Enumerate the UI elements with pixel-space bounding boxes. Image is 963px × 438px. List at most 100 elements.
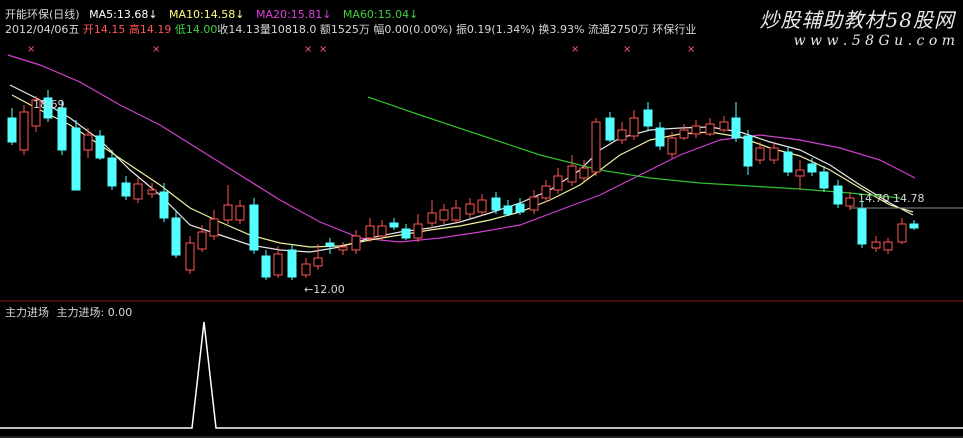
- quote-amplitude: 振0.19(1.34%): [455, 23, 535, 36]
- candle-body: [159, 191, 169, 219]
- candlestick: [567, 155, 577, 186]
- candle-body: [325, 242, 335, 247]
- signal-marker: ×: [319, 44, 327, 55]
- candle-body: [591, 121, 601, 173]
- candle-body: [691, 125, 701, 135]
- ma5-line: [9, 84, 914, 253]
- candle-body: [719, 121, 729, 131]
- candlestick: [719, 116, 729, 132]
- candle-body: [107, 157, 117, 187]
- candlestick: [185, 236, 195, 274]
- candlestick: [413, 214, 423, 242]
- candlestick-series: [7, 90, 919, 280]
- down-arrow-icon: ↓: [409, 8, 419, 21]
- candle-body: [287, 249, 297, 278]
- candlestick: [401, 224, 411, 240]
- candlestick: [235, 200, 245, 224]
- quote-high: 高14.19: [128, 23, 172, 36]
- candlestick: [515, 198, 525, 215]
- candlestick: [83, 128, 93, 158]
- candle-body: [567, 165, 577, 183]
- low-price-label: ←12.00: [304, 283, 345, 296]
- candlestick: [273, 246, 283, 278]
- watermark-text: 炒股辅助教材58股网: [759, 8, 955, 32]
- candlestick: [491, 192, 501, 214]
- candle-body: [19, 111, 29, 151]
- candlestick: [365, 218, 375, 242]
- quote-change: 幅0.00(0.00%): [373, 23, 453, 36]
- candle-body: [897, 223, 907, 243]
- candlestick: [833, 180, 843, 208]
- candlestick: [313, 244, 323, 270]
- candlestick: [389, 218, 399, 230]
- ma20-line: [7, 54, 916, 243]
- candlestick: [897, 218, 907, 244]
- candle-body: [95, 135, 105, 159]
- candlestick: [439, 204, 449, 224]
- signal-marker: ×: [623, 44, 631, 55]
- quote-low: 低14.00: [174, 23, 218, 36]
- stock-title: 开能环保(日线): [5, 8, 80, 21]
- candlestick: [871, 236, 881, 252]
- quote-volume: 量10818.0: [259, 23, 317, 36]
- candle-body: [451, 207, 461, 221]
- high-price-label: 18.69: [33, 98, 65, 111]
- candlestick: [197, 225, 207, 252]
- candlestick: [95, 130, 105, 160]
- signal-marker: ×: [304, 44, 312, 55]
- candle-body: [643, 109, 653, 127]
- candle-body: [833, 185, 843, 205]
- candlestick: [909, 220, 919, 230]
- candle-body: [7, 117, 17, 143]
- candle-body: [389, 222, 399, 228]
- down-arrow-icon: ↓: [235, 8, 245, 21]
- candle-body: [705, 123, 715, 135]
- candle-body: [197, 231, 207, 250]
- last-price-label: 14.70 14.78: [858, 192, 925, 205]
- candle-body: [857, 207, 867, 245]
- candlestick: [857, 202, 867, 248]
- candle-body: [301, 263, 311, 276]
- candle-body: [57, 107, 67, 151]
- candlestick: [743, 130, 753, 175]
- candle-body: [83, 134, 93, 151]
- candlestick: [465, 198, 475, 218]
- down-arrow-icon: ↓: [148, 8, 158, 21]
- candle-body: [491, 197, 501, 211]
- indicator-formula: 主力进场: 0.00: [56, 306, 133, 319]
- candlestick: [325, 238, 335, 254]
- signal-marker: ×: [687, 44, 695, 55]
- candle-body: [579, 167, 589, 179]
- candlestick: [159, 183, 169, 222]
- candlestick: [705, 118, 715, 136]
- candle-body: [171, 217, 181, 256]
- candle-body: [338, 246, 348, 251]
- candle-body: [351, 235, 361, 251]
- ma10-line: [11, 94, 914, 248]
- candle-body: [365, 225, 375, 239]
- candlestick: [605, 112, 615, 142]
- main-force-indicator-line: [0, 321, 963, 429]
- candle-body: [883, 241, 893, 251]
- candlestick: [261, 250, 271, 280]
- candle-body: [783, 151, 793, 173]
- candle-body: [209, 218, 219, 237]
- quote-industry: 环保行业: [652, 23, 697, 36]
- candlestick: [655, 122, 665, 150]
- candle-body: [807, 163, 817, 173]
- candlestick: [529, 190, 539, 214]
- candlestick: [591, 118, 601, 176]
- event-markers: × × × × × × ×: [27, 44, 695, 55]
- candle-body: [769, 147, 779, 161]
- candle-body: [755, 147, 765, 161]
- candle-body: [819, 171, 829, 189]
- candlestick: [617, 122, 627, 144]
- candle-body: [743, 135, 753, 167]
- price-chart[interactable]: × × × × × × ×: [0, 0, 963, 438]
- candlestick: [819, 166, 829, 192]
- candle-body: [629, 117, 639, 137]
- candle-body: [679, 129, 689, 139]
- candlestick: [107, 150, 117, 190]
- candlestick: [338, 242, 348, 255]
- candlestick: [427, 200, 437, 228]
